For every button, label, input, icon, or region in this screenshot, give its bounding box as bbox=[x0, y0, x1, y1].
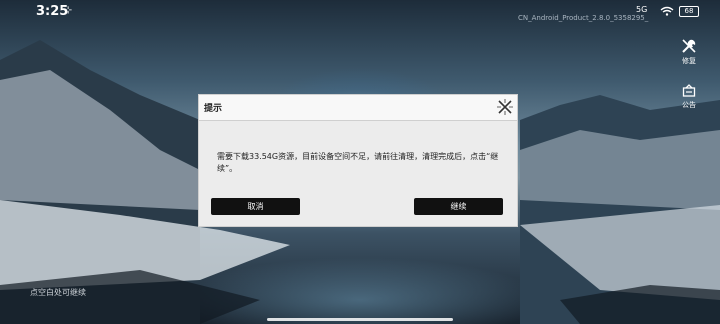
repair-label: 修复 bbox=[682, 57, 696, 65]
cancel-button[interactable]: 取消 bbox=[211, 198, 300, 215]
notice-label: 公告 bbox=[682, 101, 696, 109]
home-indicator[interactable] bbox=[267, 318, 453, 321]
wrench-icon bbox=[682, 39, 696, 53]
dialog-title: 提示 bbox=[204, 104, 223, 114]
dialog-header: 提示 bbox=[199, 95, 517, 121]
notice-icon bbox=[682, 84, 696, 97]
signal-label: 5G bbox=[636, 5, 648, 14]
dialog-message: 需要下载33.54G资源，目前设备空间不足，请前往清理，清理完成后，点击“继续”… bbox=[217, 152, 499, 173]
continue-button[interactable]: 继续 bbox=[414, 198, 503, 215]
battery-indicator: 68 bbox=[679, 6, 699, 17]
prompt-dialog: 提示 需要下载33.54G资源，目前设备空间不足，请前往清理，清理完成后，点击“… bbox=[199, 95, 517, 226]
repair-button[interactable]: 修复 bbox=[676, 38, 702, 66]
version-text: CN_Android_Product_2.8.0_5358295_ bbox=[518, 14, 649, 22]
close-icon[interactable] bbox=[496, 98, 514, 116]
tap-to-continue-hint: 点空白处可继续 bbox=[30, 288, 86, 297]
status-indicator-icon: ⊹ bbox=[64, 5, 73, 16]
wifi-icon bbox=[660, 6, 674, 16]
notice-button[interactable]: 公告 bbox=[676, 84, 702, 110]
